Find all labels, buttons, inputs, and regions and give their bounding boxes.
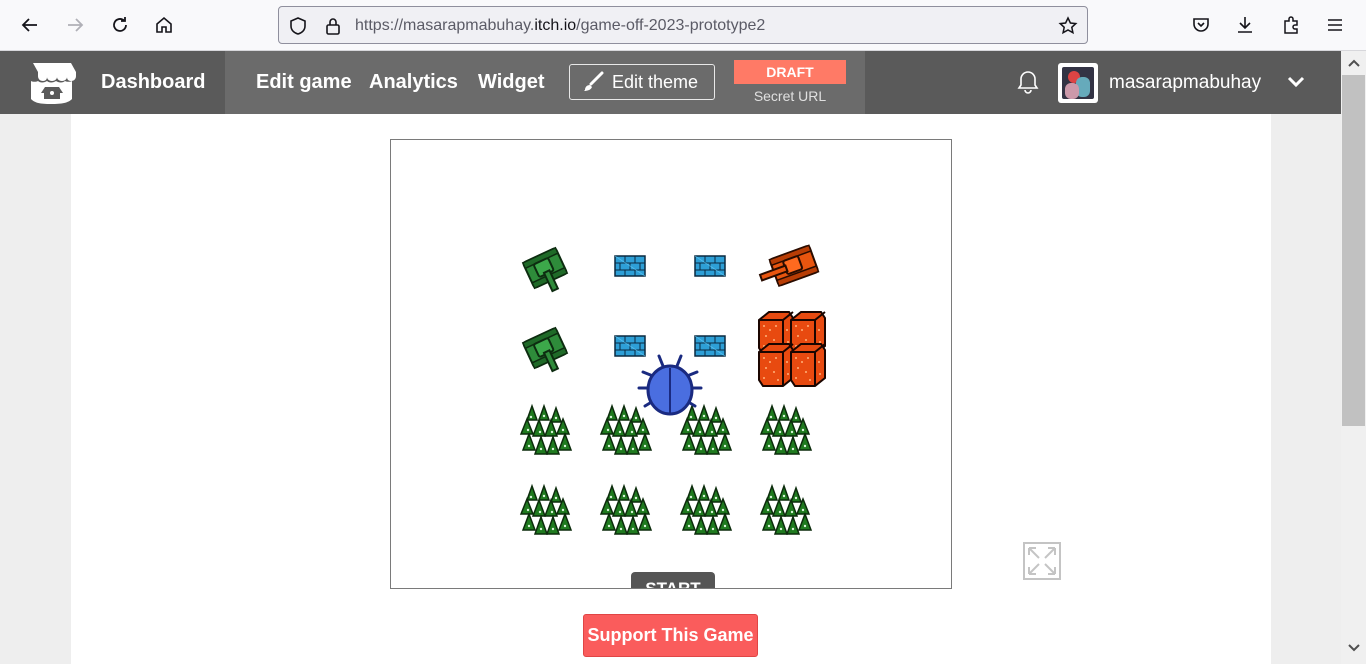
secret-url-link[interactable]: Secret URL [734,88,846,104]
pocket-button[interactable] [1185,9,1217,41]
itch-logo-icon[interactable] [27,61,77,105]
back-arrow-icon [21,18,37,32]
scroll-down-arrow-icon[interactable] [1347,641,1361,655]
scroll-up-arrow-icon[interactable] [1347,56,1361,70]
lock-icon[interactable] [323,16,343,36]
fullscreen-button[interactable] [1023,542,1061,580]
itch-header: Dashboard Edit game Analytics Widget Edi… [0,51,1341,114]
widget-link[interactable]: Widget [478,71,544,94]
blue-beetle-player-sprite [637,354,703,416]
scrollbar-thumb[interactable] [1342,75,1365,426]
forward-arrow-icon [68,18,84,32]
start-button[interactable]: START [631,572,715,588]
green-tank-sprite [521,326,573,379]
forward-button[interactable] [59,9,91,41]
orange-crate-sprite [758,343,794,387]
reload-icon [113,17,127,32]
dashboard-link[interactable]: Dashboard [101,71,205,94]
tree-cluster-sprite [680,405,732,455]
tree-cluster-sprite [600,485,652,535]
game-canvas[interactable] [391,140,952,589]
analytics-link[interactable]: Analytics [369,71,458,94]
support-this-game-button[interactable]: Support This Game [583,614,758,657]
download-icon [1238,17,1252,33]
shield-icon[interactable] [288,16,308,36]
edit-theme-button[interactable]: Edit theme [569,64,715,100]
chevron-down-icon[interactable] [1285,71,1307,93]
hamburger-menu-icon [1328,19,1342,31]
blue-wall-sprite [694,255,726,277]
puzzle-icon [1284,16,1298,34]
home-icon [156,16,172,33]
tree-cluster-sprite [760,405,812,455]
draft-badge: DRAFT [734,60,846,84]
back-button[interactable] [14,9,46,41]
url-path: /game-off-2023-prototype2 [576,17,766,34]
edit-game-link[interactable]: Edit game [256,71,352,94]
menu-button[interactable] [1319,9,1351,41]
notification-bell-icon[interactable] [1015,69,1041,95]
url-text: https://masarapmabuhay.itch.io/game-off-… [355,17,765,35]
address-bar[interactable]: https://masarapmabuhay.itch.io/game-off-… [278,6,1088,44]
blue-wall-sprite [614,335,646,357]
tree-cluster-sprite [600,405,652,455]
downloads-button[interactable] [1229,9,1261,41]
paintbrush-icon [584,71,604,91]
edit-panel: Edit game Analytics Widget Edit theme DR… [225,51,865,114]
blue-wall-sprite [694,335,726,357]
avatar-image [1062,67,1094,99]
orange-crate-sprite [790,343,826,387]
bookmark-star-icon[interactable] [1058,16,1078,36]
home-button[interactable] [148,9,180,41]
fullscreen-icon [1028,547,1056,575]
red-tank-sprite [755,244,820,292]
pocket-icon [1193,18,1209,32]
tree-cluster-sprite [680,485,732,535]
user-avatar[interactable] [1058,63,1098,103]
url-prefix: https://masarapmabuhay. [355,17,535,34]
tree-cluster-sprite [520,485,572,535]
blue-wall-sprite [614,255,646,277]
url-host: itch.io [534,17,577,34]
edit-theme-label: Edit theme [612,71,699,92]
game-embed-frame[interactable]: START [390,139,952,589]
green-tank-sprite [521,246,573,299]
browser-toolbar: https://masarapmabuhay.itch.io/game-off-… [0,0,1366,51]
username-label[interactable]: masarapmabuhay [1109,72,1261,94]
extensions-button[interactable] [1275,9,1307,41]
reload-button[interactable] [104,9,136,41]
tree-cluster-sprite [520,405,572,455]
tree-cluster-sprite [760,485,812,535]
